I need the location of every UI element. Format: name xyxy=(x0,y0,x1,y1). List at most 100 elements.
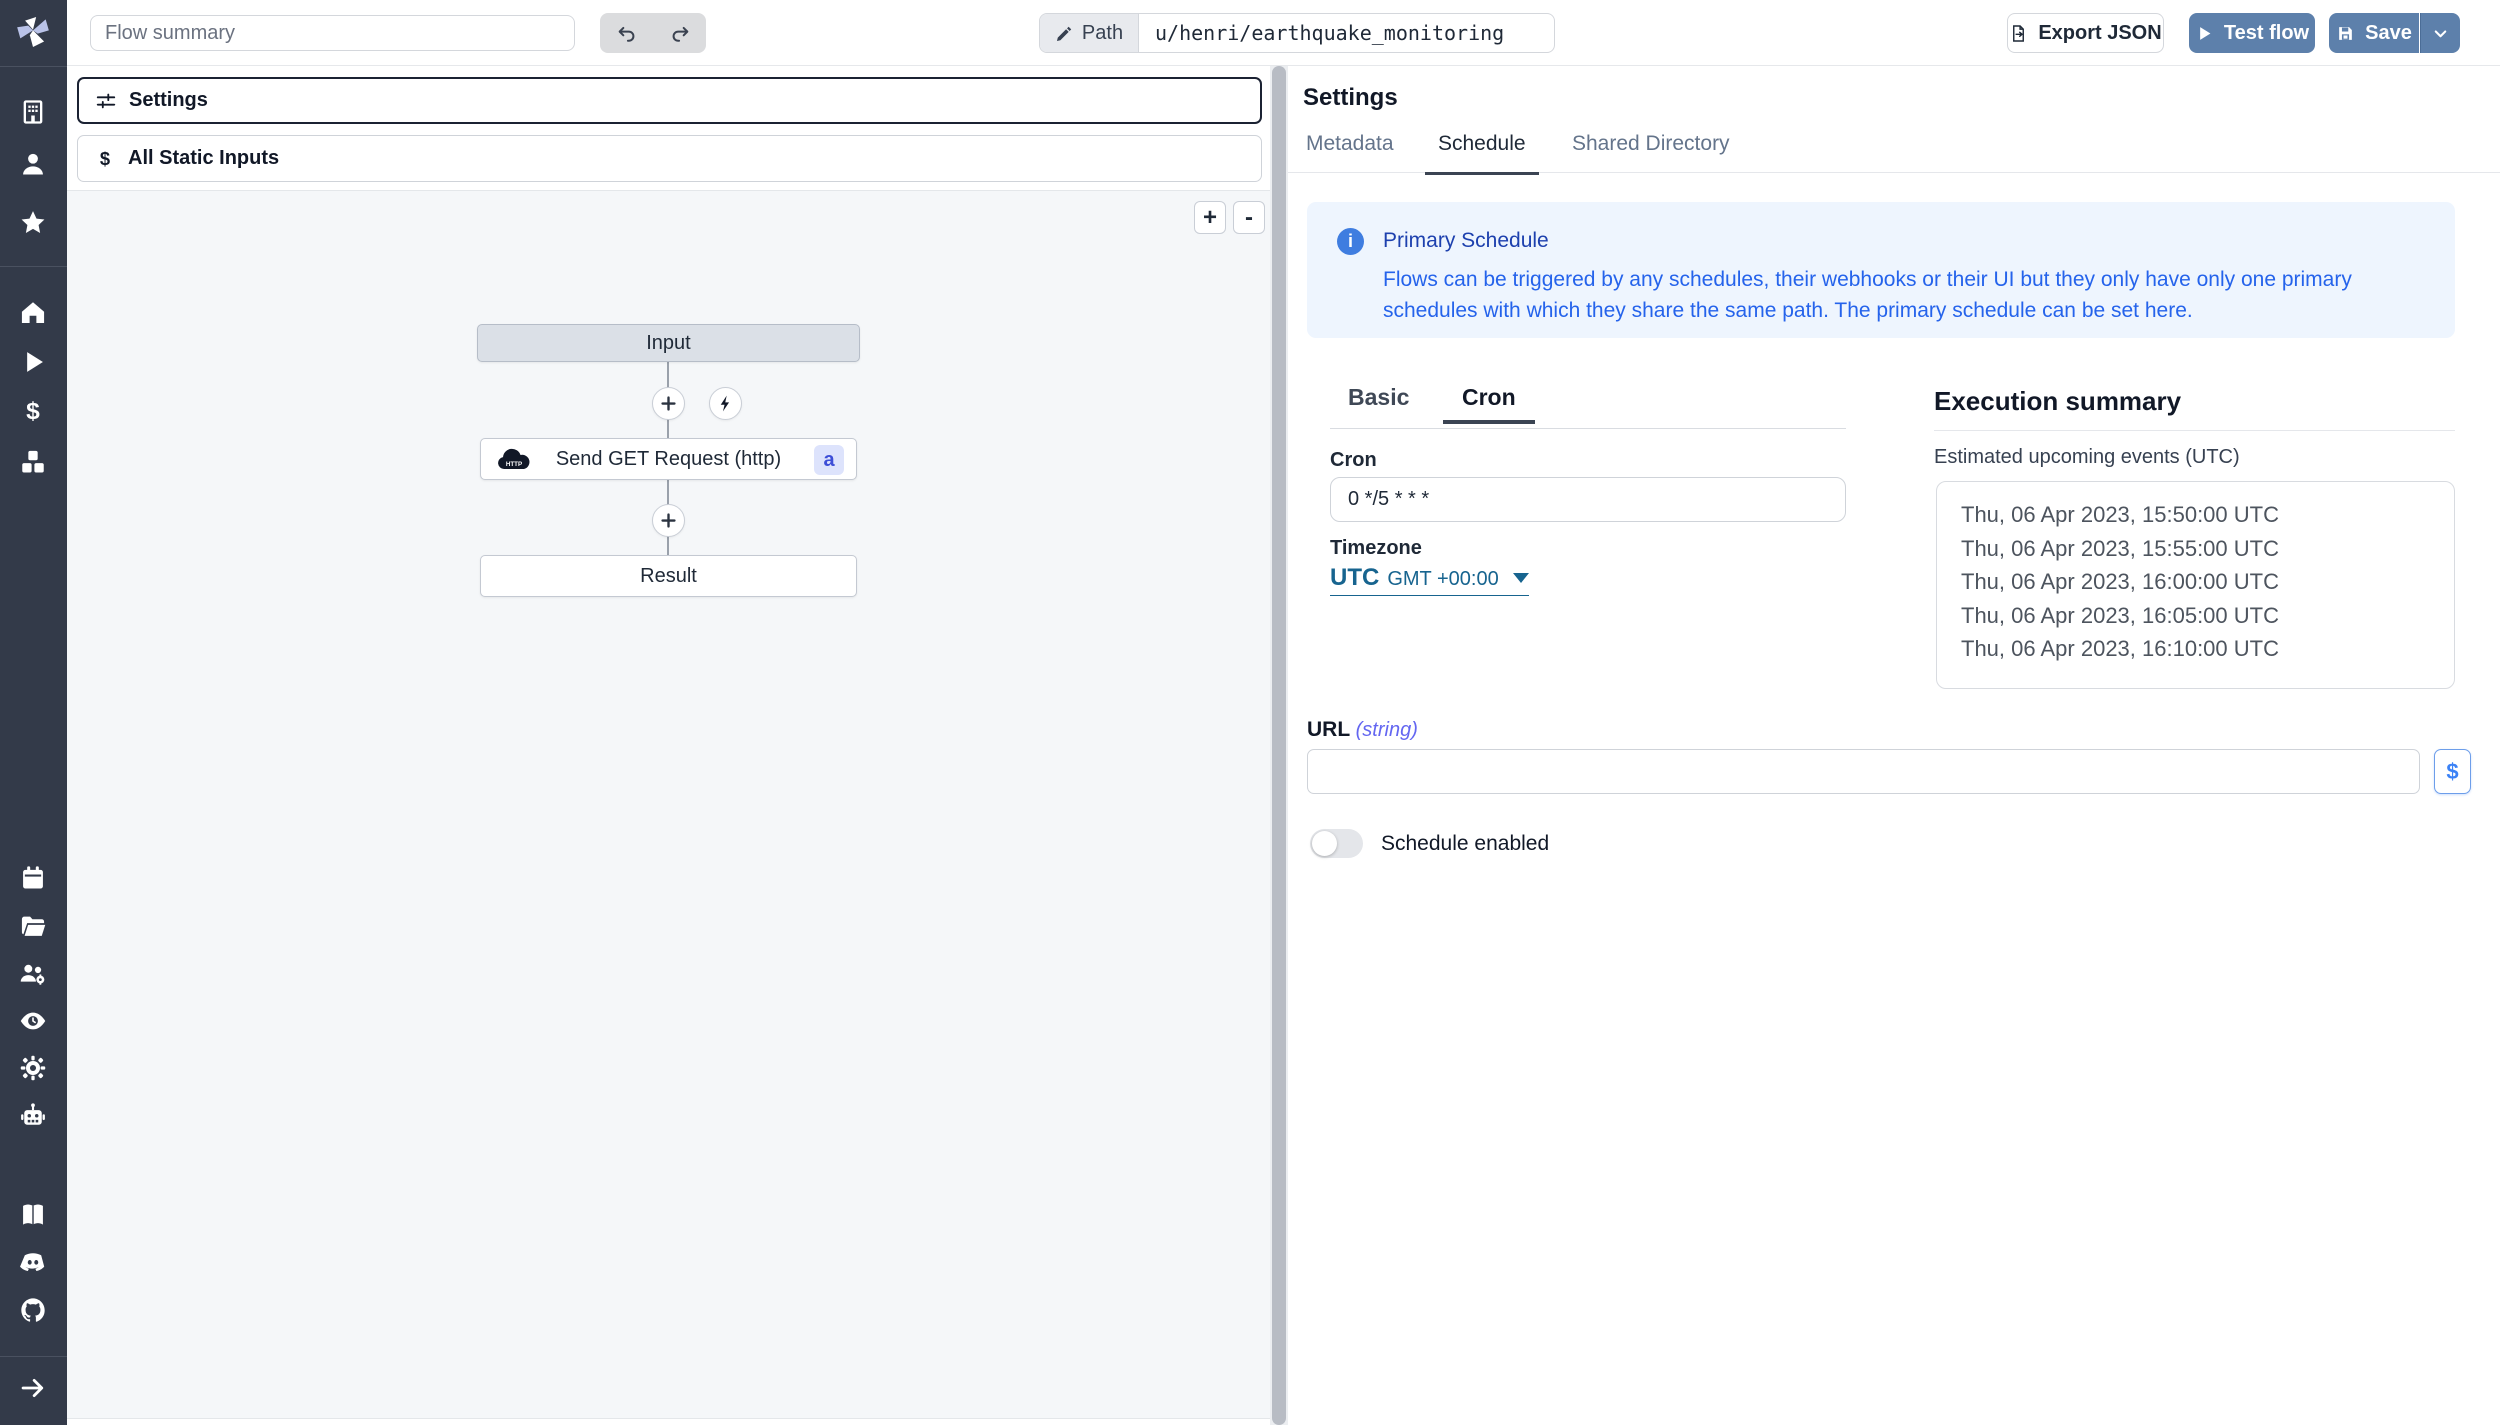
svg-text:$: $ xyxy=(100,148,110,169)
insert-variable-button[interactable]: $ xyxy=(2434,749,2471,794)
sidebar-divider xyxy=(0,266,67,267)
trigger-bolt-button[interactable] xyxy=(709,387,742,420)
variables-dollar-icon[interactable]: $ xyxy=(19,397,47,425)
event-row: Thu, 06 Apr 2023, 16:05:00 UTC xyxy=(1961,599,2454,633)
upcoming-events-box: Thu, 06 Apr 2023, 15:50:00 UTC Thu, 06 A… xyxy=(1936,481,2455,689)
all-static-inputs-box[interactable]: $ All Static Inputs xyxy=(77,135,1262,182)
event-row: Thu, 06 Apr 2023, 15:55:00 UTC xyxy=(1961,532,2454,566)
event-row: Thu, 06 Apr 2023, 16:00:00 UTC xyxy=(1961,565,2454,599)
save-dropdown-button[interactable] xyxy=(2420,13,2460,53)
star-icon[interactable] xyxy=(19,209,47,237)
sidebar-divider xyxy=(0,1356,67,1357)
tab-schedule[interactable]: Schedule xyxy=(1438,132,1526,173)
test-flow-button[interactable]: Test flow xyxy=(2189,13,2315,53)
http-cloud-icon: HTTP xyxy=(494,447,534,473)
timezone-select[interactable]: UTC GMT +00:00 xyxy=(1330,564,1529,596)
svg-text:$: $ xyxy=(26,398,40,425)
add-step-button[interactable] xyxy=(652,504,685,537)
home-icon[interactable] xyxy=(19,298,47,326)
discord-icon[interactable] xyxy=(19,1248,47,1276)
url-type-hint: (string) xyxy=(1356,719,1418,741)
export-json-button[interactable]: Export JSON xyxy=(2007,13,2164,53)
github-icon[interactable] xyxy=(19,1296,47,1324)
schedules-calendar-icon[interactable] xyxy=(19,864,47,892)
panel-scrollbar[interactable] xyxy=(1270,66,1288,1425)
workers-robot-icon[interactable] xyxy=(19,1102,47,1130)
redo-button[interactable] xyxy=(653,13,706,53)
flow-settings-box[interactable]: Settings xyxy=(77,77,1262,124)
expand-arrow-right-icon[interactable] xyxy=(19,1374,47,1402)
play-icon xyxy=(2195,24,2214,43)
sliders-icon xyxy=(95,90,117,112)
node-step-id-badge: a xyxy=(814,445,844,475)
save-icon xyxy=(2336,24,2355,43)
node-step-label: Send GET Request (http) xyxy=(556,448,781,471)
url-label-text: URL xyxy=(1307,718,1350,741)
tab-cron[interactable]: Cron xyxy=(1462,384,1516,411)
test-flow-label: Test flow xyxy=(2224,22,2309,45)
folder-icon[interactable] xyxy=(19,912,47,940)
resources-cubes-icon[interactable] xyxy=(19,448,47,476)
path-label: Path xyxy=(1082,22,1123,45)
chevron-down-icon xyxy=(2431,24,2450,43)
settings-gear-icon[interactable] xyxy=(19,1054,47,1082)
timezone-label: Timezone xyxy=(1330,537,1422,560)
groups-users-icon[interactable] xyxy=(19,960,47,988)
primary-schedule-infobox: i Primary Schedule Flows can be triggere… xyxy=(1307,202,2455,338)
plus-icon xyxy=(659,511,678,530)
schedule-enabled-row: Schedule enabled xyxy=(1310,829,1549,858)
schedule-enabled-toggle[interactable] xyxy=(1310,829,1363,858)
edit-path-button[interactable]: Path xyxy=(1040,14,1139,52)
workspace-building-icon[interactable] xyxy=(19,98,47,126)
flow-summary-input[interactable] xyxy=(90,15,575,51)
zoom-out-button[interactable]: - xyxy=(1233,201,1265,234)
plus-icon xyxy=(659,394,678,413)
save-button[interactable]: Save xyxy=(2329,13,2419,53)
event-row: Thu, 06 Apr 2023, 15:50:00 UTC xyxy=(1961,498,2454,532)
file-export-icon xyxy=(2009,24,2028,43)
timezone-value: UTC xyxy=(1330,564,1379,592)
sidebar-divider xyxy=(0,66,67,67)
info-icon: i xyxy=(1337,228,1364,255)
execution-summary-divider xyxy=(1934,430,2455,431)
settings-tabs: Metadata Schedule Shared Directory xyxy=(1288,132,2500,173)
topbar: Path u/henri/earthquake_monitoring Expor… xyxy=(67,0,2500,66)
cron-input[interactable] xyxy=(1330,477,1846,522)
caret-down-icon xyxy=(1513,573,1529,583)
infobox-title: Primary Schedule xyxy=(1383,229,1549,253)
path-value[interactable]: u/henri/earthquake_monitoring xyxy=(1139,14,1554,52)
audit-eye-icon[interactable] xyxy=(19,1007,47,1035)
undo-button[interactable] xyxy=(600,13,653,53)
schedule-mode-tabs: Basic Cron xyxy=(1330,384,1846,429)
url-label: URL (string) xyxy=(1307,718,1418,742)
all-static-inputs-label: All Static Inputs xyxy=(128,147,279,170)
execution-summary-title: Execution summary xyxy=(1934,386,2181,417)
docs-book-icon[interactable] xyxy=(19,1201,47,1229)
svg-text:HTTP: HTTP xyxy=(506,461,522,468)
user-icon[interactable] xyxy=(19,150,47,178)
event-row: Thu, 06 Apr 2023, 16:10:00 UTC xyxy=(1961,632,2454,666)
sidebar: $ xyxy=(0,0,67,1425)
settings-panel: Settings Metadata Schedule Shared Direct… xyxy=(1288,66,2500,1425)
toggle-knob xyxy=(1312,831,1337,856)
tab-metadata[interactable]: Metadata xyxy=(1306,132,1394,173)
flow-graph: + - Input HTTP Send GET Request (http) a xyxy=(67,190,1270,1419)
settings-title: Settings xyxy=(1303,84,1398,112)
node-send-get-request[interactable]: HTTP Send GET Request (http) a xyxy=(480,438,857,480)
node-input[interactable]: Input xyxy=(477,324,860,362)
windmill-flow-editor: $ xyxy=(0,0,2500,1425)
node-result[interactable]: Result xyxy=(480,555,857,597)
windmill-logo-icon[interactable] xyxy=(14,13,52,51)
export-json-label: Export JSON xyxy=(2038,22,2161,45)
runs-play-icon[interactable] xyxy=(19,348,47,376)
tab-shared-directory[interactable]: Shared Directory xyxy=(1572,132,1730,173)
tab-basic[interactable]: Basic xyxy=(1348,384,1409,411)
flow-settings-label: Settings xyxy=(129,89,208,112)
url-input[interactable] xyxy=(1307,749,2420,794)
pencil-icon xyxy=(1055,24,1074,43)
scrollbar-thumb[interactable] xyxy=(1272,66,1286,1425)
cron-label: Cron xyxy=(1330,449,1377,472)
dollar-icon: $ xyxy=(94,148,116,170)
zoom-in-button[interactable]: + xyxy=(1194,201,1226,234)
add-step-button[interactable] xyxy=(652,387,685,420)
